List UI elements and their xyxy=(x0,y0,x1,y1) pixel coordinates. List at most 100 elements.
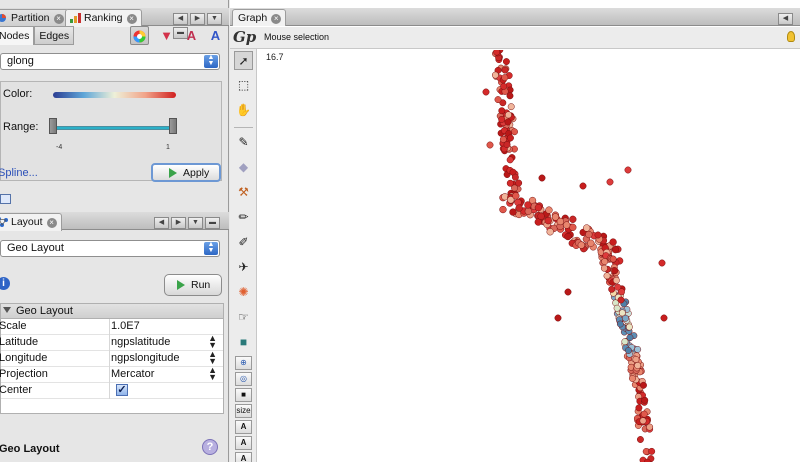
attribute-select[interactable]: glong ▲ ▼ xyxy=(0,53,220,70)
graph-node[interactable] xyxy=(544,217,552,225)
graph-node[interactable] xyxy=(611,245,620,254)
graph-node[interactable] xyxy=(646,423,654,431)
scroll-left-icon[interactable]: ◀ xyxy=(154,217,169,229)
graph-node[interactable] xyxy=(493,50,501,56)
range-max-handle[interactable] xyxy=(169,118,177,134)
longitude-select[interactable]: ngpslongitude xyxy=(111,352,180,364)
scroll-right-icon[interactable]: ▶ xyxy=(171,217,186,229)
chevron-updown-icon[interactable]: ▲ ▼ xyxy=(208,334,217,350)
graph-node[interactable] xyxy=(634,362,642,369)
graph-node[interactable] xyxy=(537,212,545,220)
graph-node[interactable] xyxy=(601,258,609,266)
graph-node[interactable] xyxy=(509,208,517,216)
zoom-in-icon[interactable]: ⊕ xyxy=(235,356,252,370)
graph-node[interactable] xyxy=(563,221,571,229)
graph-node[interactable] xyxy=(524,207,533,215)
label-color-icon[interactable]: A xyxy=(182,26,201,45)
graph-node[interactable] xyxy=(579,182,587,190)
graph-node[interactable] xyxy=(616,320,624,328)
graph-node[interactable] xyxy=(491,71,499,79)
results-list-icon[interactable] xyxy=(0,194,11,204)
info-icon[interactable]: i xyxy=(0,277,10,290)
font-icon[interactable]: A xyxy=(235,420,252,434)
graph-node[interactable] xyxy=(494,96,502,104)
graph-node[interactable] xyxy=(639,417,647,425)
drag-icon[interactable]: ✋ xyxy=(234,101,253,120)
graph-node[interactable] xyxy=(482,88,490,96)
graph-node[interactable] xyxy=(641,396,649,404)
graph-canvas[interactable]: 16.7 xyxy=(258,50,800,462)
node-size-icon[interactable]: ▼ xyxy=(157,26,176,45)
tab-edges[interactable]: Edges xyxy=(34,26,75,45)
graph-node[interactable] xyxy=(625,323,633,331)
graph-node[interactable] xyxy=(545,206,553,214)
background-color-icon[interactable]: ■ xyxy=(235,388,252,402)
latitude-select[interactable]: ngpslatitude xyxy=(111,336,170,348)
graph-node[interactable] xyxy=(498,107,506,115)
graph-settings-icon[interactable]: ■ xyxy=(234,333,253,352)
graph-node[interactable] xyxy=(506,179,514,187)
graph-node[interactable] xyxy=(507,134,514,142)
graph-node[interactable] xyxy=(603,272,611,280)
chevron-updown-icon[interactable]: ▲ ▼ xyxy=(208,366,217,382)
graph-node[interactable] xyxy=(648,447,656,455)
range-min-handle[interactable] xyxy=(49,118,57,134)
close-icon[interactable]: × xyxy=(46,218,57,228)
property-row-projection[interactable]: Projection Mercator ▲ ▼ xyxy=(0,366,223,383)
graph-node[interactable] xyxy=(511,128,518,136)
graph-node[interactable] xyxy=(606,178,614,186)
rectangle-select-icon[interactable]: ⬚ xyxy=(234,76,253,95)
graph-node[interactable] xyxy=(618,309,626,317)
center-checkbox[interactable]: ✓ xyxy=(116,384,128,396)
zoom-fit-icon[interactable]: ◎ xyxy=(235,372,252,386)
graph-node[interactable] xyxy=(594,231,602,239)
property-row-longitude[interactable]: Longitude ngpslongitude ▲ ▼ xyxy=(0,350,223,367)
font-color-icon[interactable]: A xyxy=(235,452,252,462)
chevron-updown-icon[interactable]: ▲ ▼ xyxy=(208,350,217,366)
graph-node[interactable] xyxy=(585,230,593,239)
color-gradient[interactable] xyxy=(53,92,176,98)
scale-field[interactable]: 1.0E7 xyxy=(111,320,140,332)
properties-group-header[interactable]: Geo Layout xyxy=(1,304,223,319)
graph-node[interactable] xyxy=(635,404,643,412)
brush-icon[interactable]: ✎ xyxy=(234,133,253,152)
property-row-scale[interactable]: Scale 1.0E7 xyxy=(0,319,223,335)
graph-node[interactable] xyxy=(524,201,532,209)
property-row-center[interactable]: Center ✓ xyxy=(0,383,223,399)
graph-node[interactable] xyxy=(583,224,591,232)
help-icon[interactable]: ? xyxy=(202,439,218,455)
scroll-left-icon[interactable]: ◀ xyxy=(173,13,188,25)
graph-node[interactable] xyxy=(504,111,512,119)
tab-ranking[interactable]: Ranking × xyxy=(65,9,142,27)
color-wheel-icon[interactable] xyxy=(130,26,149,45)
size-button[interactable]: size xyxy=(235,404,252,418)
graph-node[interactable] xyxy=(512,192,520,200)
pencil-icon[interactable]: ✏ xyxy=(234,208,253,227)
pointer-icon[interactable]: ➚ xyxy=(234,51,253,70)
graph-node[interactable] xyxy=(515,204,523,212)
layout-algorithm-select[interactable]: Geo Layout ▲ ▼ xyxy=(0,240,220,257)
heat-map-icon[interactable]: ✺ xyxy=(234,283,253,302)
graph-node[interactable] xyxy=(608,285,616,293)
graph-node[interactable] xyxy=(498,115,506,123)
graph-node[interactable] xyxy=(511,173,519,181)
graph-node[interactable] xyxy=(658,259,666,267)
graph-node[interactable] xyxy=(507,103,515,111)
graph-node[interactable] xyxy=(534,204,543,212)
graph-node[interactable] xyxy=(621,338,629,346)
graph-node[interactable] xyxy=(499,205,507,214)
graph-node[interactable] xyxy=(551,213,560,221)
menu-icon[interactable]: ▼ xyxy=(207,13,222,25)
shortest-path-icon[interactable]: ✈ xyxy=(234,258,253,277)
graph-node[interactable] xyxy=(538,174,546,182)
graph-node[interactable] xyxy=(611,267,619,275)
close-icon[interactable]: × xyxy=(53,14,64,24)
graph-node[interactable] xyxy=(501,66,509,74)
graph-node[interactable] xyxy=(632,355,640,363)
graph-node[interactable] xyxy=(500,82,508,90)
scroll-right-icon[interactable]: ▶ xyxy=(190,13,205,25)
graph-node[interactable] xyxy=(640,381,647,389)
graph-node[interactable] xyxy=(564,232,572,241)
edge-pencil-icon[interactable]: ✐ xyxy=(234,233,253,252)
scroll-left-icon[interactable]: ◀ xyxy=(778,13,793,25)
